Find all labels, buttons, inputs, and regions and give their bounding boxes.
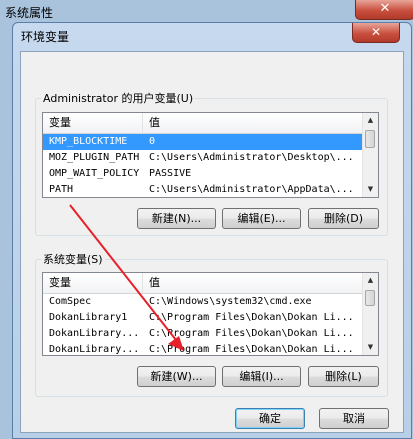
system-variable-row[interactable]: DokanLibrary1 C:\Program Files\Dokan\Dok… xyxy=(43,310,363,326)
column-header-value[interactable]: 值 xyxy=(143,273,365,293)
dialog-title: 环境变量 xyxy=(21,30,70,44)
variable-value: C:\Program Files\Dokan\Dokan Li... xyxy=(149,312,354,323)
variable-value: C:\Users\Administrator\AppData\... xyxy=(149,184,354,195)
user-edit-button[interactable]: 编辑(E)... xyxy=(222,208,301,229)
user-variable-row[interactable]: KMP_BLOCKTIME 0 xyxy=(43,134,363,150)
system-variables-header: 变量 值 xyxy=(43,273,363,294)
variable-name: DokanLibrary... xyxy=(49,344,140,355)
scrollbar-thumb[interactable] xyxy=(365,290,375,306)
column-header-value[interactable]: 值 xyxy=(143,113,365,133)
environment-variables-dialog: 环境变量 ✕ Administrator 的用户变量(U) 变量 值 KMP_B… xyxy=(12,22,412,439)
variable-name: DokanLibrary1 xyxy=(49,312,128,323)
variable-value: PASSIVE xyxy=(149,168,192,179)
cancel-button[interactable]: 取消 xyxy=(319,408,389,429)
system-variable-row[interactable]: DokanLibrary... C:\Program Files\Dokan\D… xyxy=(43,342,363,355)
close-icon: ✕ xyxy=(370,25,382,39)
variable-name: OMP_WAIT_POLICY xyxy=(49,168,140,179)
scroll-up-arrow-icon[interactable]: ▲ xyxy=(363,113,378,128)
parent-window-title: 系统属性 xyxy=(5,6,54,20)
variable-value: 0 xyxy=(149,136,156,147)
system-variables-label: 系统变量(S) xyxy=(41,251,105,267)
user-delete-button[interactable]: 删除(D) xyxy=(308,208,379,229)
dialog-close-button[interactable]: ✕ xyxy=(352,23,400,43)
close-icon: ✕ xyxy=(379,1,391,16)
user-variables-label: Administrator 的用户变量(U) xyxy=(41,90,196,106)
scroll-up-arrow-icon[interactable]: ▲ xyxy=(363,273,378,288)
user-variables-header: 变量 值 xyxy=(43,113,363,134)
user-new-button[interactable]: 新建(N)... xyxy=(137,208,216,229)
ok-button[interactable]: 确定 xyxy=(235,408,305,429)
system-new-button[interactable]: 新建(W)... xyxy=(137,366,216,387)
system-variable-row[interactable]: DokanLibrary... C:\Program Files\Dokan\D… xyxy=(43,326,363,342)
variable-name: DokanLibrary... xyxy=(49,328,140,339)
scrollbar-thumb[interactable] xyxy=(365,130,375,148)
variable-value: C:\Windows\system32\cmd.exe xyxy=(149,296,312,307)
user-list-scrollbar[interactable]: ▲ ▼ xyxy=(362,113,378,197)
system-edit-button[interactable]: 编辑(I)... xyxy=(222,366,301,387)
column-header-variable[interactable]: 变量 xyxy=(43,273,143,293)
user-variable-row[interactable]: MOZ_PLUGIN_PATH C:\Users\Administrator\D… xyxy=(43,150,363,166)
system-variables-list[interactable]: 变量 值 ComSpec C:\Windows\system32\cmd.exe… xyxy=(42,272,379,356)
variable-name: PATH xyxy=(49,184,74,195)
column-header-variable[interactable]: 变量 xyxy=(43,113,143,133)
variable-value: C:\Program Files\Dokan\Dokan Li... xyxy=(149,344,354,355)
scroll-down-arrow-icon[interactable]: ▼ xyxy=(363,340,378,355)
variable-name: ComSpec xyxy=(49,296,92,307)
parent-close-button[interactable]: ✕ xyxy=(355,0,413,20)
user-variables-list[interactable]: 变量 值 KMP_BLOCKTIME 0 MOZ_PLUGIN_PATH C:\… xyxy=(42,112,379,198)
user-variable-row[interactable]: PATH C:\Users\Administrator\AppData\... xyxy=(43,182,363,197)
system-variable-row[interactable]: ComSpec C:\Windows\system32\cmd.exe xyxy=(43,294,363,310)
system-list-scrollbar[interactable]: ▲ ▼ xyxy=(362,273,378,355)
variable-value: C:\Program Files\Dokan\Dokan Li... xyxy=(149,328,354,339)
variable-value: C:\Users\Administrator\Desktop\... xyxy=(149,152,354,163)
variable-name: MOZ_PLUGIN_PATH xyxy=(49,152,140,163)
user-variable-row[interactable]: OMP_WAIT_POLICY PASSIVE xyxy=(43,166,363,182)
scroll-down-arrow-icon[interactable]: ▼ xyxy=(363,182,378,197)
variable-name: KMP_BLOCKTIME xyxy=(49,136,128,147)
dialog-body: Administrator 的用户变量(U) 变量 值 KMP_BLOCKTIM… xyxy=(20,51,404,433)
system-delete-button[interactable]: 删除(L) xyxy=(308,366,379,387)
